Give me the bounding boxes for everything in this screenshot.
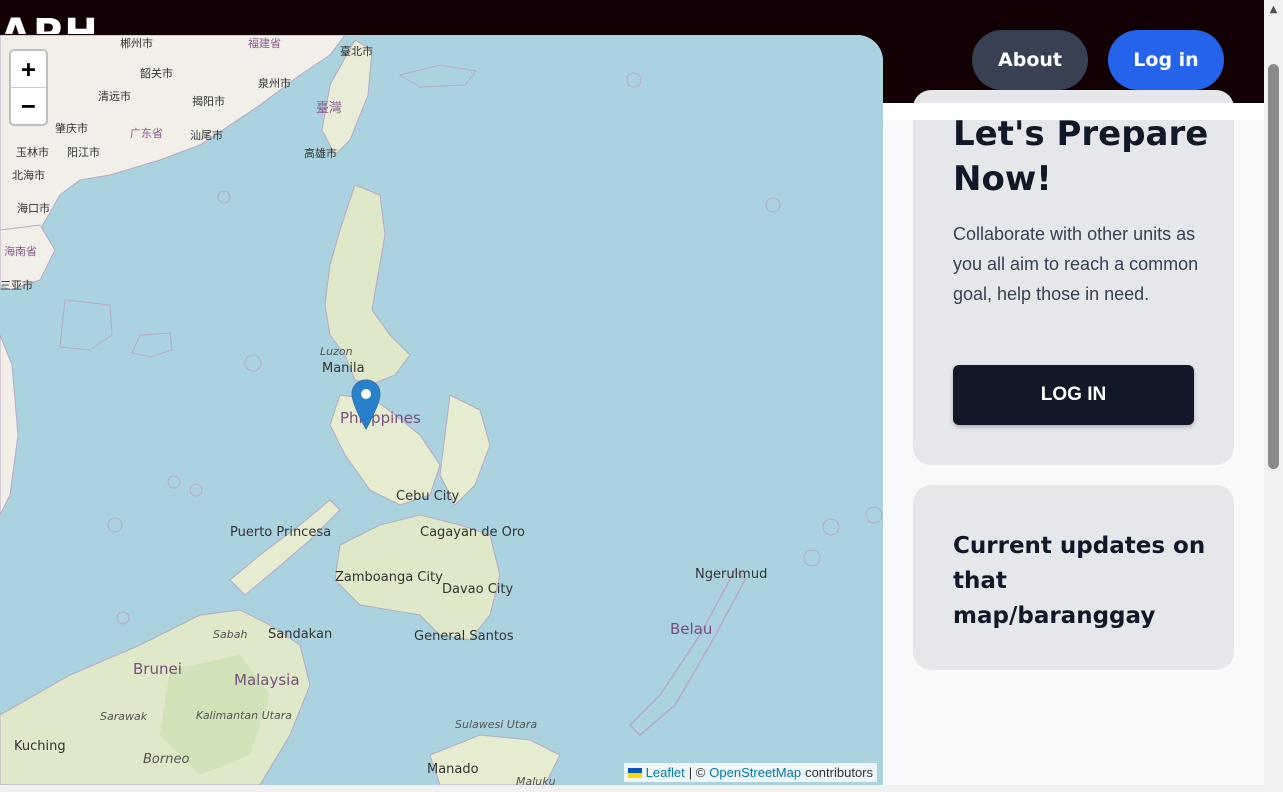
ukraine-flag-icon (627, 767, 642, 778)
map-label: 清远市 (98, 89, 131, 103)
prepare-card: Let's Prepare Now! Collaborate with othe… (913, 90, 1234, 465)
map-label: Belau (670, 620, 712, 638)
updates-card: Current updates on that map/baranggay (913, 485, 1234, 670)
map-label: General Santos (414, 629, 514, 644)
map-label: Malaysia (234, 671, 300, 689)
map-label: 揭阳市 (192, 94, 225, 108)
login-button[interactable]: Log in (1108, 30, 1224, 90)
map[interactable]: 郴州市 福建省 臺北市 韶关市 泉州市 清远市 揭阳市 臺灣 肇庆市 广东省 汕… (0, 35, 883, 785)
map-label: Maluku (516, 775, 556, 785)
updates-title: Current updates on that map/baranggay (953, 533, 1206, 629)
map-label: Davao City (442, 582, 514, 597)
map-label: 郴州市 (120, 36, 153, 50)
map-label: 韶关市 (140, 66, 173, 80)
map-label: Philippines (340, 409, 421, 427)
leaflet-link[interactable]: Leaflet (646, 765, 685, 780)
map-label: Sarawak (100, 710, 148, 723)
map-label: Brunei (133, 660, 182, 678)
map-label: Manila (322, 361, 365, 376)
map-label: 三亚市 (0, 278, 33, 292)
map-label: Sabah (213, 628, 247, 641)
map-label: Manado (427, 762, 479, 777)
vertical-scrollbar[interactable]: ▲ (1264, 0, 1283, 792)
map-label: 玉林市 (16, 145, 49, 159)
zoom-in-button[interactable]: + (11, 51, 46, 88)
page: 郴州市 福建省 臺北市 韶关市 泉州市 清远市 揭阳市 臺灣 肇庆市 广东省 汕… (0, 0, 1283, 792)
map-label: Sandakan (268, 627, 332, 642)
map-label: 汕尾市 (190, 128, 223, 142)
brand-logo[interactable]: APH (0, 4, 100, 34)
map-label: 臺北市 (340, 44, 373, 58)
map-label: 泉州市 (258, 76, 291, 90)
map-tiles[interactable]: 郴州市 福建省 臺北市 韶关市 泉州市 清远市 揭阳市 臺灣 肇庆市 广东省 汕… (0, 35, 883, 785)
horizontal-scroll-track (0, 785, 1264, 792)
zoom-control: + − (9, 49, 48, 126)
map-label: 海南省 (4, 244, 37, 258)
map-label: Borneo (143, 752, 189, 767)
attribution-separator: | © (688, 765, 706, 780)
map-label: 肇庆市 (55, 121, 88, 135)
map-label: Kuching (14, 739, 66, 754)
map-label: Puerto Princesa (230, 525, 331, 540)
map-label: 海口市 (17, 201, 50, 215)
prepare-description: Collaborate with other units as you all … (953, 224, 1199, 304)
map-label: 阳江市 (67, 145, 100, 159)
map-label: Ngerulmud (695, 567, 767, 582)
map-label: Luzon (320, 345, 353, 358)
zoom-out-button[interactable]: − (11, 88, 46, 124)
scrollbar-thumb[interactable] (1268, 64, 1279, 469)
map-label: Cebu City (396, 489, 459, 504)
map-label: Kalimantan Utara (196, 709, 292, 722)
map-label: 广东省 (130, 127, 163, 140)
map-label: Zamboanga City (335, 570, 443, 585)
about-button[interactable]: About (972, 30, 1088, 90)
map-label: 臺灣 (316, 101, 342, 116)
openstreetmap-link[interactable]: OpenStreetMap (709, 765, 801, 780)
map-attribution: Leaflet | © OpenStreetMap contributors (623, 763, 877, 782)
scroll-up-arrow-icon[interactable]: ▲ (1264, 0, 1283, 18)
nav-underline (883, 103, 1264, 120)
prepare-title: Let's Prepare Now! (953, 114, 1209, 199)
map-label: 北海市 (12, 168, 45, 182)
map-label: Cagayan de Oro (420, 525, 525, 540)
map-label: 高雄市 (304, 146, 337, 160)
map-label: Sulawesi Utara (455, 718, 537, 731)
card-login-button[interactable]: LOG IN (953, 365, 1194, 425)
map-label: 福建省 (248, 36, 281, 50)
attribution-contributors: contributors (805, 765, 873, 780)
